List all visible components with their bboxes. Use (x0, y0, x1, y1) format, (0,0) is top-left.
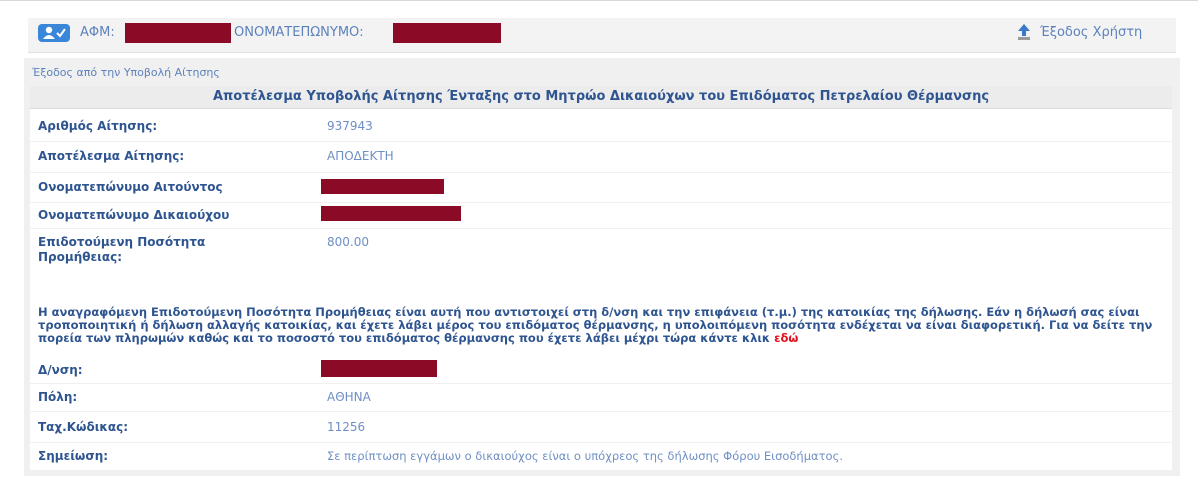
application-number-value: 937943 (327, 119, 373, 133)
address-redacted (321, 360, 437, 377)
postal-code-label: Ταχ.Κώδικας: (38, 420, 129, 434)
city-label: Πόλη: (38, 390, 78, 404)
quantity-info-text: Η αναγραφόμενη Επιδοτούμενη Ποσότητα Προ… (38, 305, 1153, 345)
remark-label: Σημείωση: (38, 449, 109, 463)
subsidized-quantity-label: Επιδοτούμενη Ποσότητα Προμήθειας: (38, 235, 206, 264)
afm-label: ΑΦΜ: (80, 25, 115, 40)
beneficiary-name-label: Ονοματεπώνυμο Δικαιούχου (38, 208, 230, 222)
remark-value: Σε περίπτωση εγγάμων ο δικαιούχος είναι … (327, 449, 843, 463)
logout-link[interactable]: Έξοδος Χρήστη (1040, 25, 1142, 40)
application-number-label: Αριθμός Αίτησης: (38, 119, 158, 133)
top-divider (0, 0, 1198, 1)
fullname-label: ΟΝΟΜΑΤΕΠΩΝΥΜΟ: (234, 25, 364, 40)
row-divider (30, 228, 1172, 229)
fullname-redacted-value (393, 23, 501, 43)
applicant-name-redacted (321, 179, 444, 194)
row-divider (30, 202, 1172, 203)
subsidized-quantity-value: 800.00 (327, 235, 369, 249)
postal-code-value: 11256 (327, 420, 366, 434)
result-title: Αποτέλεσμα Υποβολής Αίτησης Ένταξης στο … (30, 86, 1172, 109)
row-divider (30, 141, 1172, 142)
row-divider (30, 172, 1172, 173)
user-header: ΑΦΜ: ΟΝΟΜΑΤΕΠΩΝΥΜΟ: Έξοδος Χρήστη (28, 18, 1176, 53)
quantity-info-note: Η αναγραφόμενη Επιδοτούμενη Ποσότητα Προ… (38, 306, 1163, 345)
result-panel: Έξοδος από την Υποβολή Αίτησης Αποτέλεσμ… (24, 58, 1180, 476)
payments-here-link[interactable]: εδώ (774, 331, 798, 345)
row-divider (30, 442, 1172, 443)
address-label: Δ/νση: (38, 363, 83, 377)
application-result-value: ΑΠΟΔΕΚΤΗ (327, 149, 394, 163)
application-result-label: Αποτέλεσμα Αίτησης: (38, 149, 185, 163)
city-value: ΑΘΗΝΑ (327, 390, 371, 404)
row-divider (30, 383, 1172, 384)
applicant-name-label: Ονοματεπώνυμο Αιτούντος (38, 180, 223, 194)
result-details: Αποτέλεσμα Υποβολής Αίτησης Ένταξης στο … (30, 86, 1172, 470)
exit-arrow-icon[interactable] (1016, 23, 1032, 41)
afm-redacted-value (125, 23, 231, 43)
user-check-icon (38, 24, 70, 42)
row-divider (30, 411, 1172, 412)
beneficiary-name-redacted (321, 206, 461, 221)
exit-submission-link[interactable]: Έξοδος από την Υποβολή Αίτησης (32, 66, 220, 79)
